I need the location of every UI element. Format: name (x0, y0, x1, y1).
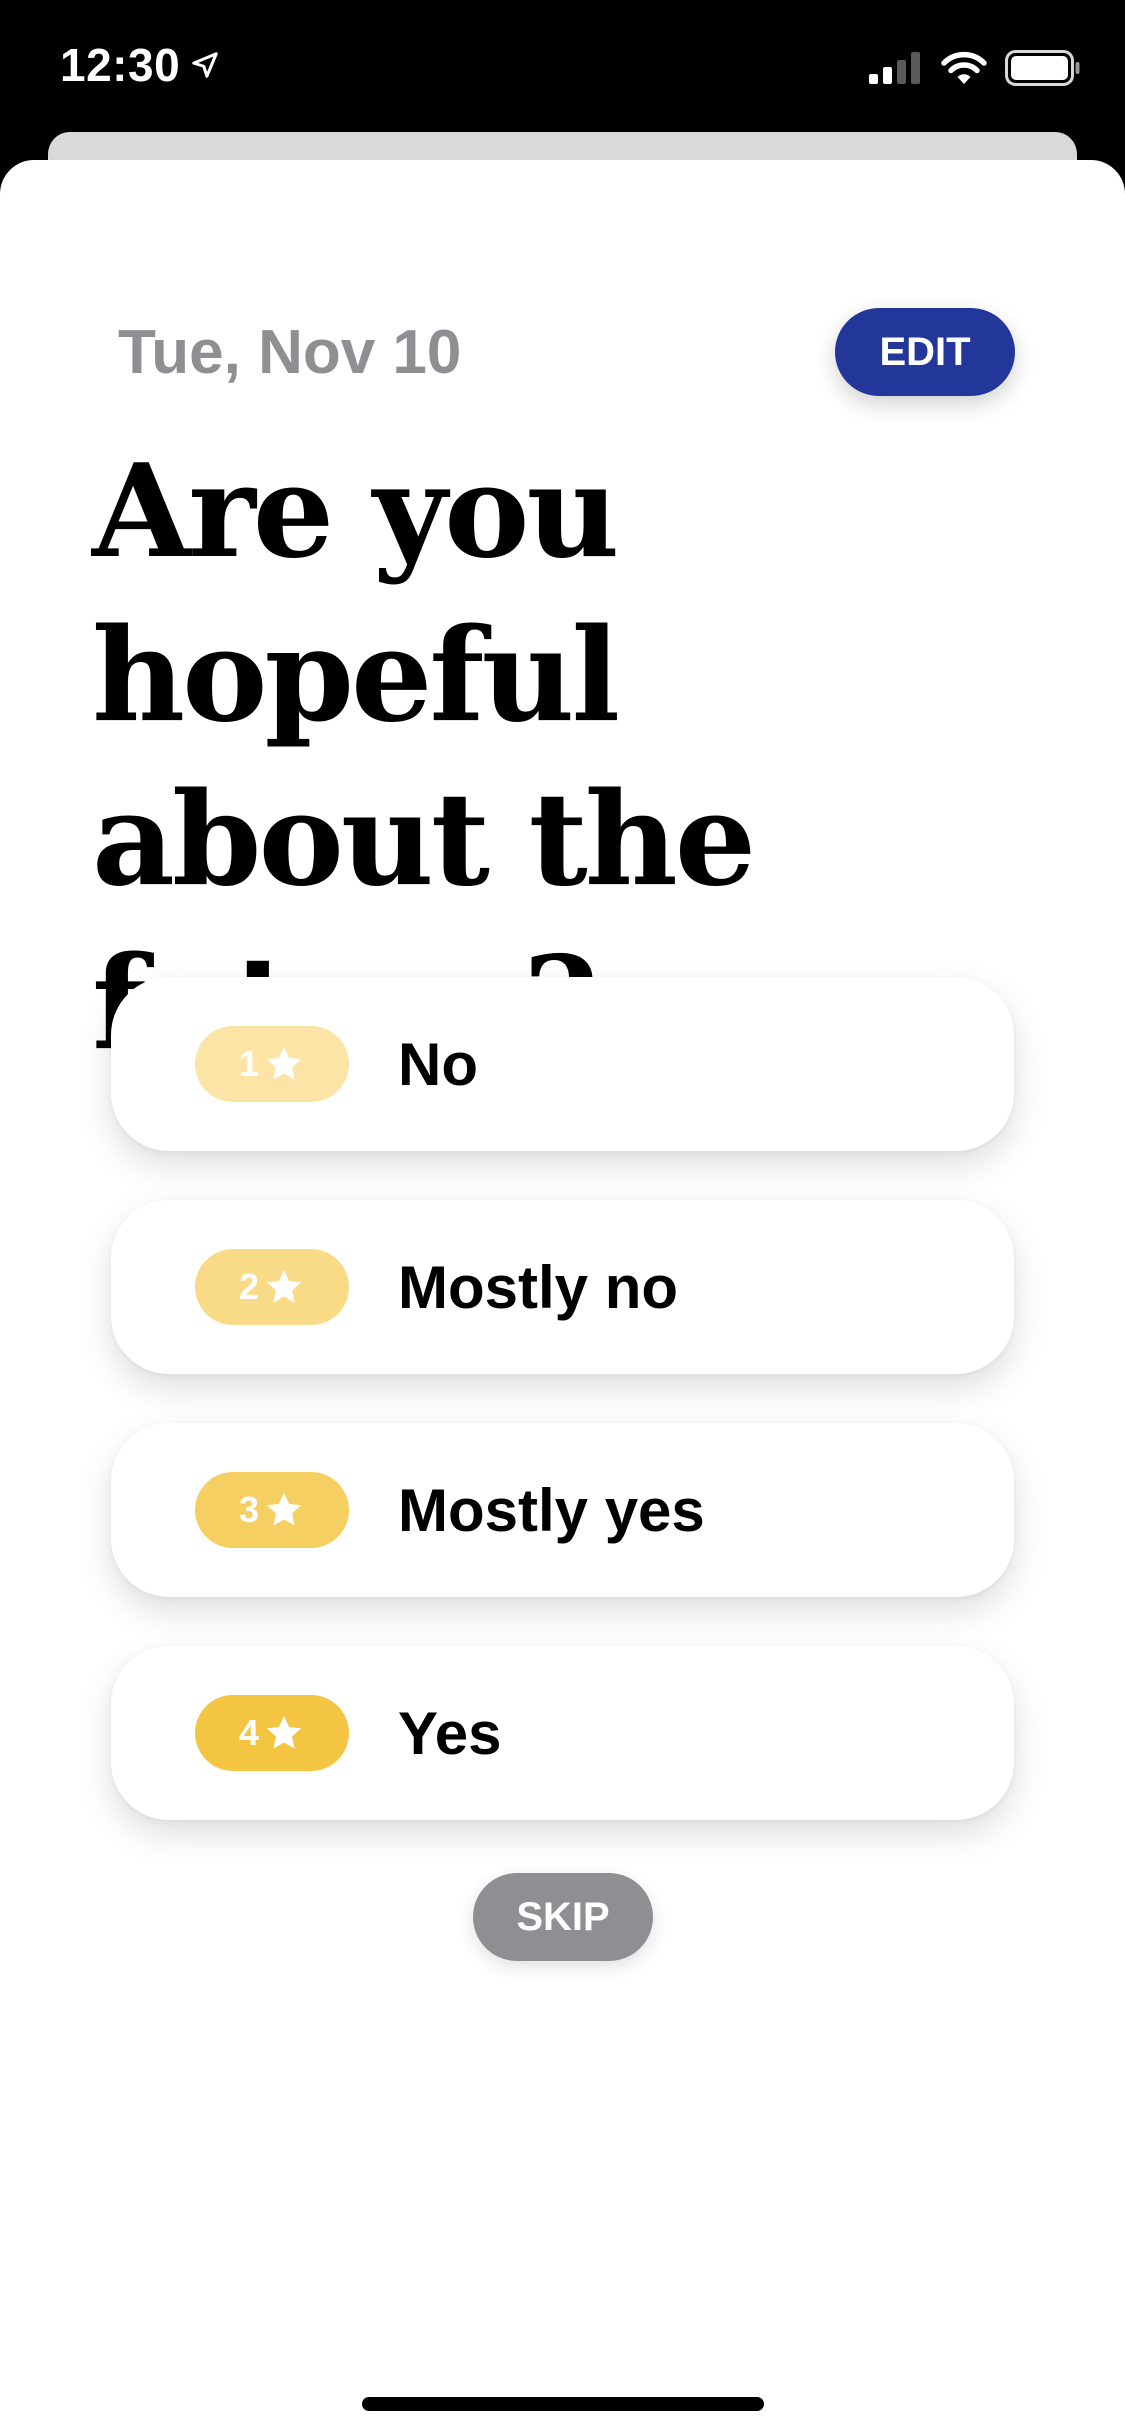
status-time-text: 12:30 (60, 39, 181, 91)
status-icons (869, 50, 1081, 86)
wifi-icon (941, 51, 987, 85)
rating-number: 2 (238, 1266, 260, 1307)
edit-button[interactable]: EDIT (835, 308, 1015, 396)
option-label: Mostly no (398, 1253, 678, 1321)
battery-icon (1005, 50, 1081, 86)
status-time: 12:30 (60, 38, 220, 92)
option-3-mostly-yes[interactable]: 3 Mostly yes (111, 1423, 1014, 1597)
status-bar: 12:30 (0, 0, 1125, 135)
location-arrow-icon (190, 50, 220, 80)
option-4-yes[interactable]: 4 Yes (111, 1646, 1014, 1820)
rating-badge: 1 (195, 1026, 349, 1102)
answer-options: 1 No 2 Mostly no 3 Mostly yes 4 Yes (111, 977, 1014, 1869)
option-label: Yes (398, 1699, 502, 1767)
star-icon (263, 1712, 305, 1754)
option-label: Mostly yes (398, 1476, 705, 1544)
rating-number: 3 (238, 1489, 260, 1530)
question-date: Tue, Nov 10 (118, 318, 462, 387)
star-icon (263, 1489, 305, 1531)
option-1-no[interactable]: 1 No (111, 977, 1014, 1151)
skip-button[interactable]: SKIP (473, 1873, 653, 1961)
star-icon (263, 1043, 305, 1085)
rating-badge: 4 (195, 1695, 349, 1771)
option-label: No (398, 1030, 478, 1098)
star-icon (263, 1266, 305, 1308)
rating-badge: 3 (195, 1472, 349, 1548)
rating-badge: 2 (195, 1249, 349, 1325)
option-2-mostly-no[interactable]: 2 Mostly no (111, 1200, 1014, 1374)
home-indicator[interactable] (362, 2397, 764, 2411)
cellular-signal-icon (869, 52, 923, 84)
rating-number: 4 (238, 1712, 260, 1753)
rating-number: 1 (238, 1043, 260, 1084)
